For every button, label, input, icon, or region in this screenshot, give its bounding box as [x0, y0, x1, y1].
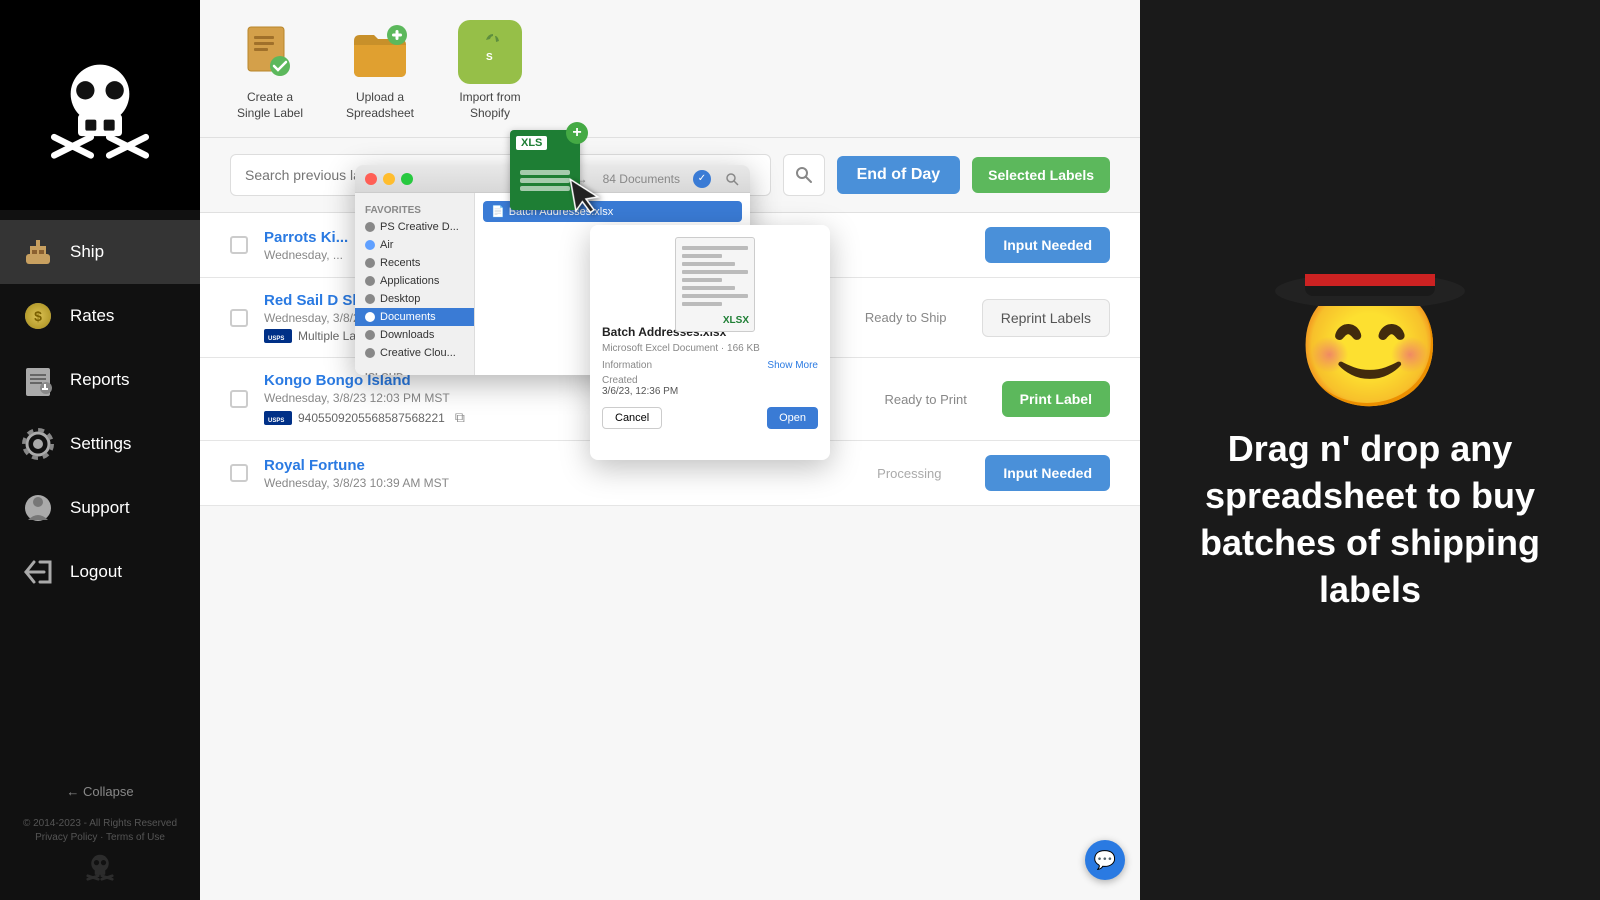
finder-item[interactable]: Applications: [355, 272, 474, 290]
show-more-button[interactable]: Show More: [767, 360, 818, 371]
import-shopify-icon: S: [458, 20, 522, 84]
usps-badge-icon: USPS: [264, 411, 292, 425]
finder-item[interactable]: Air: [355, 236, 474, 254]
close-dot[interactable]: [365, 173, 377, 185]
finder-item-documents[interactable]: Documents: [355, 308, 474, 326]
copy-tracking-icon[interactable]: ⧉: [455, 409, 465, 426]
sidebar-item-reports-label: Reports: [70, 370, 130, 390]
shipment-info: Royal Fortune Wednesday, 3/8/23 10:39 AM…: [264, 457, 833, 490]
import-shopify-button[interactable]: S Import from Shopify: [450, 20, 530, 121]
preview-info-label: Information: [602, 360, 652, 371]
finder-item[interactable]: Creative Clou...: [355, 344, 474, 362]
finder-item[interactable]: Recents: [355, 254, 474, 272]
promo-panel: 😊 Drag n' drop any spreadsheet to buy ba…: [1140, 0, 1600, 900]
shipment-date: Wednesday, 3/8/23 10:39 AM MST: [264, 476, 833, 490]
shipment-checkbox[interactable]: [230, 309, 248, 327]
skull-logo-icon: [45, 50, 155, 160]
action-bar: Create a Single Label Upload a Spreadshe…: [200, 0, 1140, 138]
cancel-button[interactable]: Cancel: [602, 407, 662, 429]
sidebar-item-support[interactable]: Support: [0, 476, 200, 540]
usps-badge-icon: USPS: [264, 329, 292, 343]
sidebar-item-settings[interactable]: Settings: [0, 412, 200, 476]
preview-created-label: Created: [602, 375, 818, 386]
shipment-checkbox[interactable]: [230, 390, 248, 408]
preview-actions: Cancel Open: [602, 407, 818, 429]
finder-count-badge: ✓: [693, 170, 711, 188]
shipment-checkbox[interactable]: [230, 464, 248, 482]
sidebar: Ship $ Rates: [0, 0, 200, 900]
plus-badge-icon: +: [566, 122, 588, 144]
reprint-labels-button[interactable]: Reprint Labels: [982, 299, 1110, 337]
chat-button[interactable]: 💬: [1085, 840, 1125, 880]
maximize-dot[interactable]: [401, 173, 413, 185]
sidebar-item-settings-label: Settings: [70, 434, 131, 454]
create-label-text: Create a Single Label: [237, 90, 303, 121]
finder-sidebar: Favorites PS Creative D... Air Recents A…: [355, 193, 475, 375]
create-label-icon: [238, 20, 302, 84]
finder-item[interactable]: Desktop: [355, 290, 474, 308]
input-needed-button[interactable]: Input Needed: [985, 227, 1110, 263]
sidebar-item-rates[interactable]: $ Rates: [0, 284, 200, 348]
input-needed-button-2[interactable]: Input Needed: [985, 455, 1110, 491]
import-shopify-text: Import from Shopify: [459, 90, 520, 121]
sidebar-item-reports[interactable]: Reports: [0, 348, 200, 412]
shipment-status: Processing: [849, 466, 969, 481]
upload-spreadsheet-button[interactable]: Upload a Spreadsheet: [340, 20, 420, 121]
logout-icon: [20, 554, 56, 590]
main-app-area: Create a Single Label Upload a Spreadshe…: [200, 0, 1140, 900]
collapse-button[interactable]: ← Collapse: [46, 774, 153, 809]
promo-text: Drag n' drop any spreadsheet to buy batc…: [1195, 426, 1545, 613]
promo-emoji-area: 😊: [1295, 286, 1444, 406]
finder-section-favorites: Favorites: [355, 201, 474, 218]
shipment-status: Ready to Print: [866, 392, 986, 407]
sidebar-item-logout[interactable]: Logout: [0, 540, 200, 604]
end-of-day-button[interactable]: End of Day: [837, 156, 961, 194]
tracking-number: 9405509205568587568221: [298, 411, 445, 425]
sidebar-item-rates-label: Rates: [70, 306, 114, 326]
selected-labels-button[interactable]: Selected Labels: [972, 157, 1110, 193]
shipment-checkbox[interactable]: [230, 236, 248, 254]
finder-item[interactable]: PS Creative D...: [355, 218, 474, 236]
finder-item[interactable]: Downloads: [355, 326, 474, 344]
open-button[interactable]: Open: [767, 407, 818, 429]
svg-text:S: S: [486, 52, 493, 63]
upload-spreadsheet-text: Upload a Spreadsheet: [346, 90, 414, 121]
xls-badge-label: XLS: [516, 136, 547, 150]
sidebar-item-ship-label: Ship: [70, 242, 104, 262]
ship-icon: [20, 234, 56, 270]
emoji-with-hat: 😊: [1295, 286, 1444, 406]
shipment-status: Ready to Ship: [846, 310, 966, 325]
sidebar-item-logout-label: Logout: [70, 562, 122, 582]
logo-area: [0, 0, 200, 210]
hat-icon: [1270, 216, 1470, 311]
sidebar-item-ship[interactable]: Ship: [0, 220, 200, 284]
copyright-text: © 2014-2023 - All Rights Reserved Privac…: [15, 809, 185, 853]
svg-text:USPS: USPS: [268, 336, 284, 341]
print-label-button[interactable]: Print Label: [1002, 381, 1110, 417]
search-button[interactable]: [783, 154, 825, 196]
reports-icon: [20, 362, 56, 398]
bottom-skull-icon: [86, 853, 114, 886]
preview-created-date: 3/6/23, 12:36 PM: [602, 386, 818, 397]
nav-menu: Ship $ Rates: [0, 220, 200, 774]
upload-spreadsheet-icon: [348, 20, 412, 84]
create-label-button[interactable]: Create a Single Label: [230, 20, 310, 121]
settings-icon: [20, 426, 56, 462]
rates-icon: $: [20, 298, 56, 334]
svg-text:$: $: [34, 308, 42, 324]
preview-filetype: Microsoft Excel Document · 166 KB: [602, 343, 818, 354]
preview-file-icon: XLSX: [675, 237, 745, 317]
svg-text:USPS: USPS: [268, 418, 284, 423]
finder-search-icon[interactable]: [724, 171, 740, 187]
sidebar-item-support-label: Support: [70, 498, 130, 518]
support-icon: [20, 490, 56, 526]
minimize-dot[interactable]: [383, 173, 395, 185]
preview-panel: XLSX Batch Addresses.xlsx Microsoft Exce…: [590, 225, 830, 460]
finder-section-icloud: iCloud: [355, 368, 474, 375]
